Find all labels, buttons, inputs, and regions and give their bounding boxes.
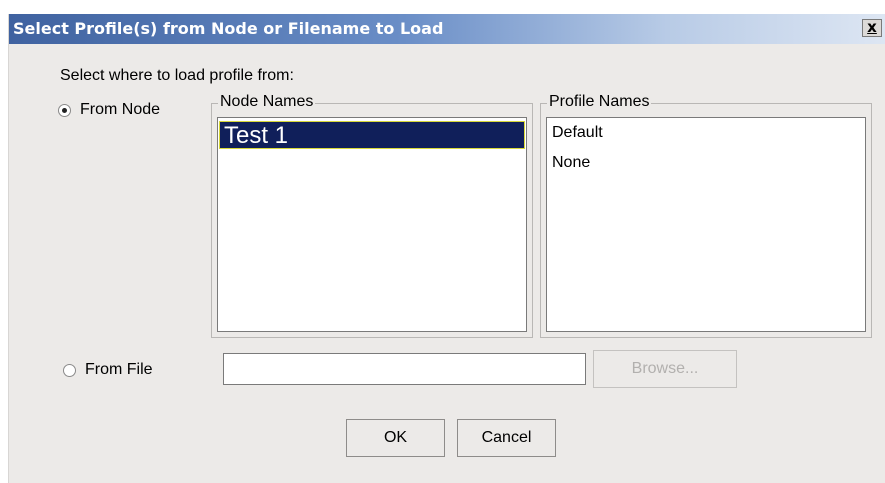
- title-bar: Select Profile(s) from Node or Filename …: [9, 14, 885, 44]
- browse-button[interactable]: Browse...: [593, 350, 737, 388]
- profile-names-label: Profile Names: [547, 93, 652, 111]
- file-path-input[interactable]: [223, 353, 586, 385]
- from-file-radio[interactable]: From File: [63, 361, 153, 379]
- radio-unchecked-icon: [63, 363, 76, 377]
- profile-names-group: Profile Names Default None: [540, 93, 872, 338]
- node-list-item[interactable]: Test 1: [219, 121, 525, 149]
- radio-checked-icon: [58, 103, 71, 117]
- close-button[interactable]: x: [862, 19, 882, 37]
- node-names-list[interactable]: Test 1: [217, 117, 527, 332]
- load-source-prompt: Select where to load profile from:: [60, 67, 294, 84]
- load-profile-dialog: Select Profile(s) from Node or Filename …: [8, 14, 885, 483]
- cancel-button[interactable]: Cancel: [457, 419, 556, 457]
- close-icon: x: [867, 18, 877, 36]
- profile-list-item[interactable]: None: [547, 148, 865, 178]
- from-node-label: From Node: [80, 101, 161, 118]
- node-names-group: Node Names Test 1: [211, 93, 533, 338]
- node-names-label: Node Names: [218, 93, 316, 111]
- dialog-title: Select Profile(s) from Node or Filename …: [13, 19, 444, 38]
- profile-names-list[interactable]: Default None: [546, 117, 866, 332]
- from-file-label: From File: [85, 361, 153, 378]
- profile-list-item[interactable]: Default: [547, 118, 865, 148]
- from-node-radio[interactable]: From Node: [58, 101, 160, 119]
- ok-button[interactable]: OK: [346, 419, 445, 457]
